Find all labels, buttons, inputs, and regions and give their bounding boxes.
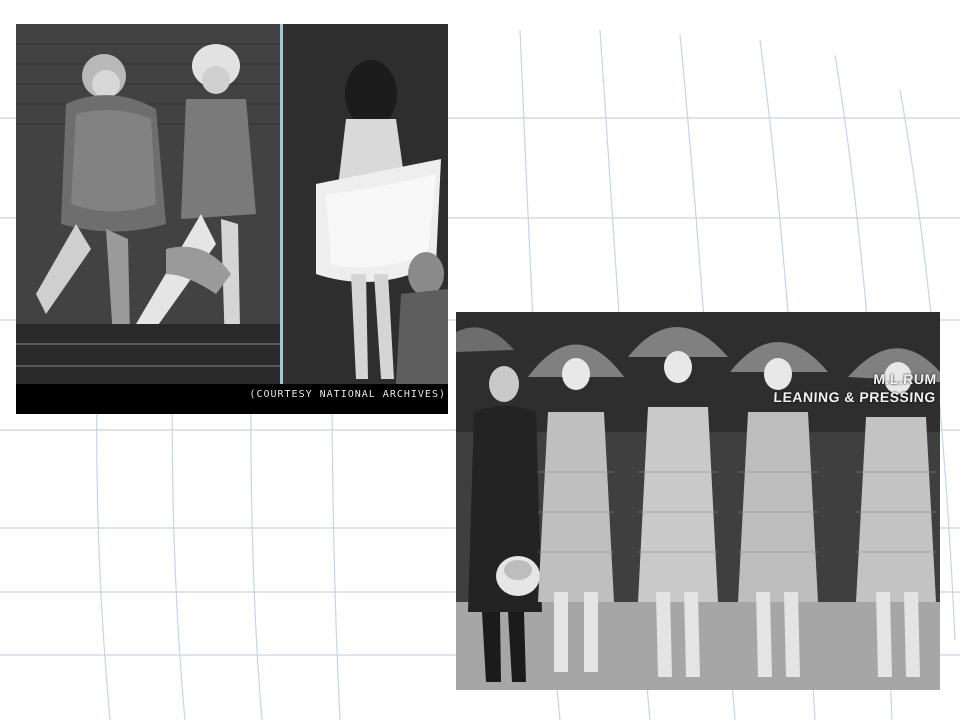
flappers-dancing-image — [16, 24, 448, 414]
photo-caption: (COURTESY NATIONAL ARCHIVES) — [249, 389, 446, 400]
flappers-dancing-photo: (COURTESY NATIONAL ARCHIVES) — [16, 24, 448, 414]
shop-sign-line-1: M.L.RUM — [872, 371, 937, 387]
flappers-lineup-image — [456, 312, 940, 690]
shop-sign-line-2: LEANING & PRESSING — [772, 389, 936, 405]
flappers-lineup-photo: M.L.RUM LEANING & PRESSING — [456, 312, 940, 690]
shop-sign-text: M.L.RUM LEANING & PRESSING — [773, 370, 937, 406]
